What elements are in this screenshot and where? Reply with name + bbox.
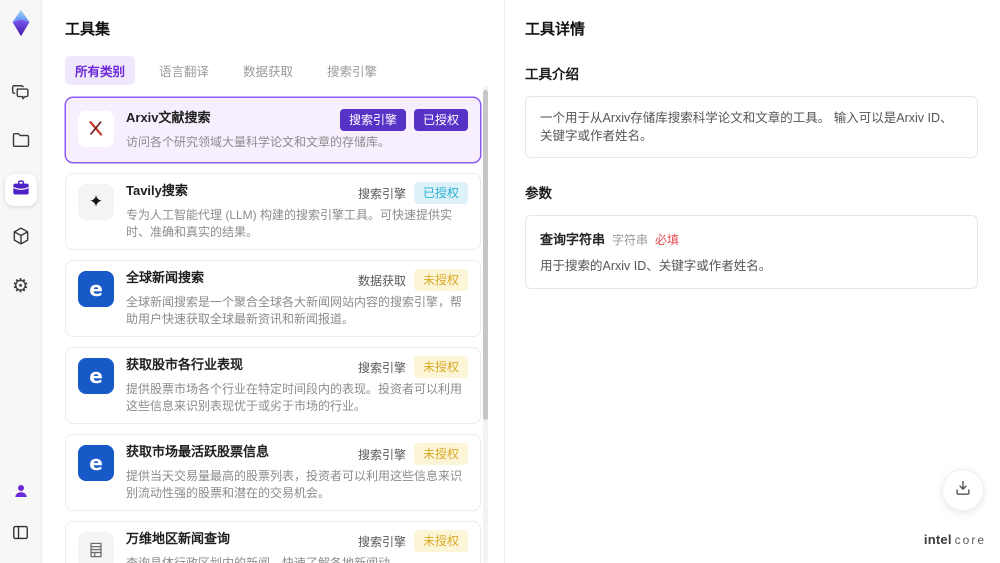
brand-core-text: core <box>954 533 986 547</box>
tool-name: 万维地区新闻查询 <box>126 531 231 546</box>
scrollbar-thumb[interactable] <box>483 90 488 420</box>
tool-card-arxiv[interactable]: Arxiv文献搜索 搜索引擎 已授权 访问各个研究领域大量科学论文和文章的存储库… <box>65 97 481 163</box>
tool-card-global-news[interactable]: e 全球新闻搜索 数据获取 未授权 全球新闻搜索是一个聚合全球各大新闻网站内容的… <box>65 260 481 337</box>
user-icon <box>12 482 30 505</box>
download-icon <box>953 478 973 503</box>
tool-name: Arxiv文献搜索 <box>126 110 211 125</box>
category-label: 搜索引擎 <box>357 360 406 375</box>
category-badge: 搜索引擎 <box>339 109 406 131</box>
tool-description: 访问各个研究领域大量科学论文和文章的存储库。 <box>126 135 391 149</box>
intel-core-logo: intel core <box>924 532 986 547</box>
tool-description: 提供股票市场各个行业在特定时间段内的表现。投资者可以利用这些信息来识别表现优于或… <box>126 382 463 413</box>
tool-description: 查询具体行政区划内的新闻，快速了解各地新闻动 <box>126 556 391 563</box>
tab-data-acquisition[interactable]: 数据获取 <box>233 56 303 85</box>
auth-status-badge: 未授权 <box>413 530 468 552</box>
param-required-flag: 必填 <box>655 233 680 247</box>
tavily-star-icon: ✦ <box>78 184 114 220</box>
category-tabs: 所有类别 语言翻译 数据获取 搜索引擎 <box>65 56 503 85</box>
auth-status-badge: 已授权 <box>413 109 468 131</box>
tool-name: 全球新闻搜索 <box>126 270 205 285</box>
auth-status-badge: 未授权 <box>413 356 468 378</box>
app-logo-icon <box>6 8 36 38</box>
cube-icon <box>11 226 31 251</box>
category-label: 数据获取 <box>357 273 406 288</box>
auth-status-badge: 已授权 <box>413 182 468 204</box>
tool-name: 获取市场最活跃股票信息 <box>126 444 270 459</box>
tab-search-engine[interactable]: 搜索引擎 <box>317 56 387 85</box>
category-label: 搜索引擎 <box>357 534 406 549</box>
arxiv-logo-icon <box>78 111 114 147</box>
sidebar-item-files[interactable] <box>5 126 37 158</box>
tool-card-active-stocks[interactable]: e 获取市场最活跃股票信息 搜索引擎 未授权 提供当天交易量最高的股票列表，投资… <box>65 434 481 511</box>
page-title: 工具集 <box>65 21 111 38</box>
auth-status-badge: 未授权 <box>413 269 468 291</box>
sidebar: ⚙ <box>0 0 42 563</box>
tool-name: 获取股市各行业表现 <box>126 357 244 372</box>
tool-name: Tavily搜索 <box>126 183 188 198</box>
sidebar-item-settings[interactable]: ⚙ <box>5 270 37 302</box>
tool-description: 全球新闻搜索是一个聚合全球各大新闻网站内容的搜索引擎，帮助用户快速获取全球最新资… <box>126 295 463 326</box>
finance-logo-icon: e <box>78 445 114 481</box>
gear-icon: ⚙ <box>11 274 30 297</box>
tab-all-categories[interactable]: 所有类别 <box>65 56 136 85</box>
brand-intel-text: intel <box>923 532 952 547</box>
tool-card-tavily[interactable]: ✦ Tavily搜索 搜索引擎 已授权 专为人工智能代理 (LLM) 构建的搜索… <box>65 173 481 250</box>
user-avatar[interactable] <box>5 477 37 509</box>
panel-collapse-icon <box>11 523 30 547</box>
sidebar-item-chat[interactable] <box>5 78 37 110</box>
tool-detail-panel: 工具详情 工具介绍 一个用于从Arxiv存储库搜索科学论文和文章的工具。 输入可… <box>504 0 1000 563</box>
tool-card-list: Arxiv文献搜索 搜索引擎 已授权 访问各个研究领域大量科学论文和文章的存储库… <box>65 97 481 563</box>
tab-language-translation[interactable]: 语言翻译 <box>149 56 219 85</box>
tool-list-panel: 工具集 所有类别 语言翻译 数据获取 搜索引擎 Arxiv文献搜索 搜索引擎 已… <box>43 0 503 563</box>
parameter-item: 查询字符串 字符串 必填 用于搜索的Arxiv ID、关键字或作者姓名。 <box>525 215 978 289</box>
auth-status-badge: 未授权 <box>413 443 468 465</box>
param-name: 查询字符串 <box>540 232 606 247</box>
finance-logo-icon: e <box>78 271 114 307</box>
category-label: 搜索引擎 <box>357 186 406 201</box>
tool-card-regional-news[interactable]: 万维地区新闻查询 搜索引擎 未授权 查询具体行政区划内的新闻，快速了解各地新闻动 <box>65 521 481 563</box>
param-description: 用于搜索的Arxiv ID、关键字或作者姓名。 <box>540 259 772 273</box>
tool-intro-text: 一个用于从Arxiv存储库搜索科学论文和文章的工具。 输入可以是Arxiv ID… <box>525 96 978 158</box>
category-label: 搜索引擎 <box>357 447 406 462</box>
building-icon <box>78 532 114 563</box>
tool-card-sector-performance[interactable]: e 获取股市各行业表现 搜索引擎 未授权 提供股票市场各个行业在特定时间段内的表… <box>65 347 481 424</box>
tool-description: 专为人工智能代理 (LLM) 构建的搜索引擎工具。可快速提供实时、准确和真实的结… <box>126 208 453 239</box>
sidebar-item-plugins[interactable] <box>5 222 37 254</box>
finance-logo-icon: e <box>78 358 114 394</box>
detail-title: 工具详情 <box>525 21 586 38</box>
folder-icon <box>11 130 31 155</box>
briefcase-icon <box>11 178 31 203</box>
tool-description: 提供当天交易量最高的股票列表，投资者可以利用这些信息来识别流动性强的股票和潜在的… <box>126 469 463 500</box>
collapse-sidebar-button[interactable] <box>5 519 37 551</box>
scrollbar-track <box>483 86 488 563</box>
intro-heading: 工具介绍 <box>525 67 579 82</box>
params-heading: 参数 <box>525 186 552 201</box>
param-type: 字符串 <box>612 233 649 247</box>
download-button[interactable] <box>942 469 984 511</box>
sidebar-item-tools[interactable] <box>4 174 37 206</box>
chat-icon <box>11 82 31 107</box>
